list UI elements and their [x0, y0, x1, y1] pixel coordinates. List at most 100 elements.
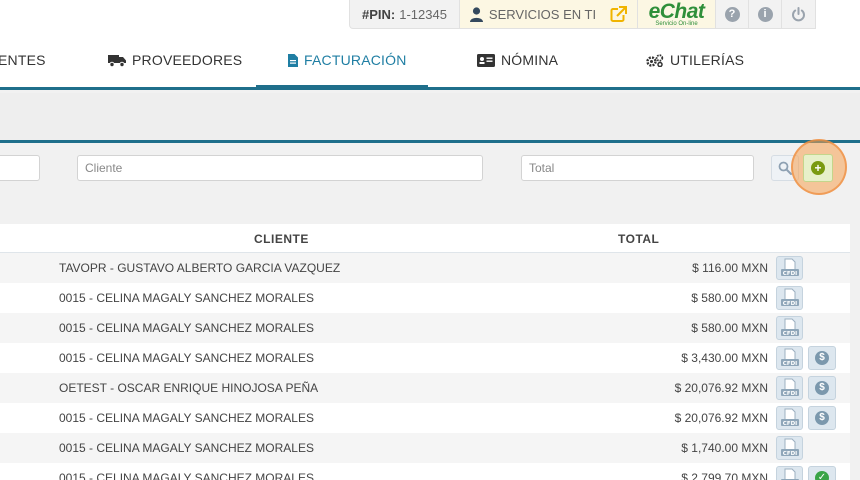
table-row[interactable]: 0015 - CELINA MAGALY SANCHEZ MORALES $ 2… [0, 403, 850, 433]
cfdi-button[interactable]: CFDI [776, 256, 803, 280]
plus-icon: + [811, 161, 825, 175]
table-row[interactable]: 0015 - CELINA MAGALY SANCHEZ MORALES $ 5… [0, 283, 850, 313]
page-header-band [0, 93, 860, 143]
cliente-cell: TAVOPR - GUSTAVO ALBERTO GARCIA VAZQUEZ [59, 261, 341, 275]
table-row[interactable]: 0015 - CELINA MAGALY SANCHEZ MORALES $ 1… [0, 433, 850, 463]
gears-icon [646, 53, 664, 67]
column-header-total[interactable]: TOTAL [618, 232, 659, 246]
svg-text:CFDI: CFDI [782, 361, 796, 367]
svg-text:CFDI: CFDI [782, 331, 796, 337]
total-cell: $ 580.00 MXN [691, 321, 768, 335]
nav-label: FACTURACIÓN [304, 52, 407, 68]
external-link-icon [610, 5, 628, 22]
id-card-icon [477, 53, 495, 67]
invoices-table: CLIENTE TOTAL TAVOPR - GUSTAVO ALBERTO G… [0, 224, 850, 480]
echat-button[interactable]: eChat Servicio On-line [638, 0, 716, 28]
cfdi-button[interactable]: CFDI [776, 436, 803, 460]
echat-logo: eChat [648, 0, 705, 23]
nav-label: PROVEEDORES [132, 52, 243, 68]
pin-value: 1-12345 [399, 6, 447, 22]
table-header: CLIENTE TOTAL [0, 224, 850, 253]
svg-text:CFDI: CFDI [782, 271, 796, 277]
nav-item-nomina[interactable]: NÓMINA [477, 52, 558, 68]
truck-icon [108, 54, 126, 67]
pin-display: #PIN: 1-12345 [350, 0, 460, 28]
table-row[interactable]: 0015 - CELINA MAGALY SANCHEZ MORALES $ 3… [0, 343, 850, 373]
cfdi-document-icon: CFDI [780, 438, 799, 457]
register-payment-button[interactable]: $ [808, 406, 836, 430]
table-row[interactable]: TAVOPR - GUSTAVO ALBERTO GARCIA VAZQUEZ … [0, 253, 850, 283]
total-cell: $ 1,740.00 MXN [681, 441, 768, 455]
user-icon [469, 6, 483, 22]
svg-text:CFDI: CFDI [782, 301, 796, 307]
total-cell: $ 2,799.70 MXN [681, 471, 768, 480]
cfdi-button[interactable]: CFDI [776, 316, 803, 340]
info-icon: i [757, 6, 773, 22]
cliente-cell: 0015 - CELINA MAGALY SANCHEZ MORALES [59, 321, 314, 335]
cliente-cell: 0015 - CELINA MAGALY SANCHEZ MORALES [59, 351, 314, 365]
check-icon: ✓ [815, 471, 829, 480]
folio-filter-input[interactable] [0, 155, 40, 181]
nav-item-clientes[interactable]: ENTES [0, 52, 46, 68]
main-nav: ENTES PROVEEDORES FACTURACIÓN NÓMINA UTI… [0, 29, 860, 90]
nav-item-facturacion[interactable]: FACTURACIÓN [288, 52, 407, 68]
nav-item-proveedores[interactable]: PROVEEDORES [108, 52, 242, 68]
file-icon [288, 53, 298, 67]
cliente-cell: 0015 - CELINA MAGALY SANCHEZ MORALES [59, 291, 314, 305]
svg-text:CFDI: CFDI [782, 391, 796, 397]
nav-label: ENTES [0, 52, 46, 68]
cfdi-button[interactable]: CFDI [776, 466, 803, 480]
power-icon [792, 6, 805, 21]
nav-label: NÓMINA [501, 52, 559, 68]
table-row[interactable]: 0015 - CELINA MAGALY SANCHEZ MORALES $ 2… [0, 463, 850, 480]
pin-label: #PIN: [362, 6, 396, 22]
total-cell: $ 3,430.00 MXN [681, 351, 768, 365]
table-row[interactable]: 0015 - CELINA MAGALY SANCHEZ MORALES $ 5… [0, 313, 850, 343]
cliente-cell: 0015 - CELINA MAGALY SANCHEZ MORALES [59, 441, 314, 455]
logout-button[interactable] [782, 0, 815, 28]
svg-text:CFDI: CFDI [782, 451, 796, 457]
total-cell: $ 20,076.92 MXN [674, 411, 768, 425]
svg-text:CFDI: CFDI [782, 421, 796, 427]
cfdi-document-icon: CFDI [780, 258, 799, 277]
register-payment-button[interactable]: $ [808, 376, 836, 400]
cfdi-document-icon: CFDI [780, 468, 799, 480]
nav-item-utilerias[interactable]: UTILERÍAS [646, 52, 744, 68]
dollar-icon: $ [815, 381, 829, 395]
cfdi-document-icon: CFDI [780, 318, 799, 337]
total-cell: $ 116.00 MXN [692, 261, 768, 275]
cfdi-button[interactable]: CFDI [776, 286, 803, 310]
active-tab-indicator [256, 85, 428, 90]
cfdi-button[interactable]: CFDI [776, 406, 803, 430]
cfdi-document-icon: CFDI [780, 408, 799, 427]
cfdi-document-icon: CFDI [780, 378, 799, 397]
top-toolbar: #PIN: 1-12345 SERVICIOS EN TI eChat Serv… [349, 0, 816, 29]
cfdi-document-icon: CFDI [780, 348, 799, 367]
column-header-cliente[interactable]: CLIENTE [254, 232, 309, 246]
table-row[interactable]: OETEST - OSCAR ENRIQUE HINOJOSA PEÑA $ 2… [0, 373, 850, 403]
info-button[interactable]: i [749, 0, 782, 28]
total-filter-input[interactable] [521, 155, 754, 181]
total-cell: $ 20,076.92 MXN [674, 381, 768, 395]
cliente-filter-input[interactable] [77, 155, 483, 181]
total-cell: $ 580.00 MXN [691, 291, 768, 305]
payment-complete-button[interactable]: ✓ [808, 466, 836, 480]
top-bar: #PIN: 1-12345 SERVICIOS EN TI eChat Serv… [0, 0, 860, 29]
cliente-cell: 0015 - CELINA MAGALY SANCHEZ MORALES [59, 411, 314, 425]
dollar-icon: $ [815, 411, 829, 425]
cfdi-button[interactable]: CFDI [776, 376, 803, 400]
servicios-en-ti-link[interactable]: SERVICIOS EN TI [460, 0, 638, 28]
help-button[interactable]: ? [716, 0, 749, 28]
table-body: TAVOPR - GUSTAVO ALBERTO GARCIA VAZQUEZ … [0, 253, 850, 480]
nav-label: UTILERÍAS [670, 52, 745, 68]
dollar-icon: $ [815, 351, 829, 365]
search-icon [778, 161, 792, 175]
cfdi-button[interactable]: CFDI [776, 346, 803, 370]
register-payment-button[interactable]: $ [808, 346, 836, 370]
servicios-label: SERVICIOS EN TI [488, 6, 597, 22]
cliente-cell: 0015 - CELINA MAGALY SANCHEZ MORALES [59, 471, 314, 480]
cliente-cell: OETEST - OSCAR ENRIQUE HINOJOSA PEÑA [59, 381, 319, 395]
add-invoice-button[interactable]: + [803, 154, 833, 182]
question-icon: ? [724, 6, 740, 22]
echat-subtitle: Servicio On-line [655, 21, 698, 27]
